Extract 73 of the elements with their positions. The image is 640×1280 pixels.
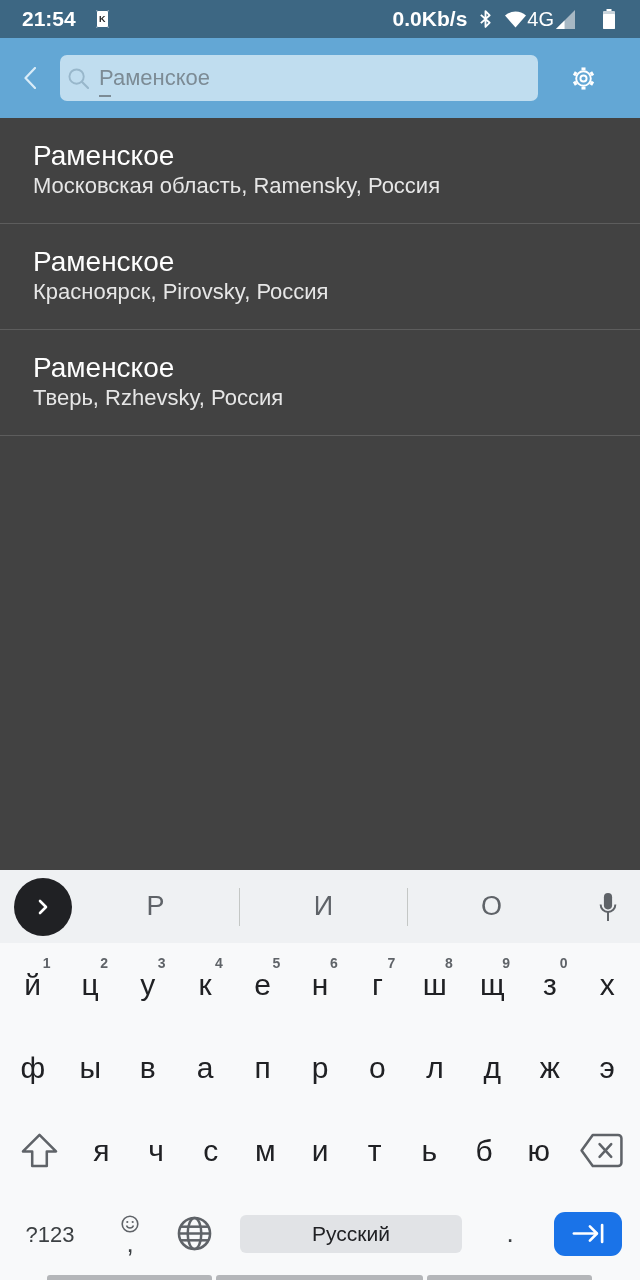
- bluetooth-icon: [479, 9, 493, 29]
- key[interactable]: м: [238, 1109, 293, 1192]
- settings-icon: [570, 65, 596, 91]
- globe-icon[interactable]: [176, 1216, 212, 1251]
- key[interactable]: б: [456, 1109, 512, 1192]
- key[interactable]: э: [578, 1026, 636, 1109]
- network-speed: 0.0Kb/s: [392, 7, 468, 31]
- key[interactable]: и: [292, 1109, 348, 1192]
- key[interactable]: й 1: [4, 943, 62, 1026]
- signal-icon: [556, 9, 575, 29]
- period-key[interactable]: .: [478, 1192, 542, 1275]
- space-key[interactable]: Русский: [240, 1214, 462, 1253]
- key[interactable]: з 0: [521, 943, 579, 1026]
- key-hint: 7: [387, 955, 396, 971]
- key[interactable]: о: [348, 1026, 407, 1109]
- key[interactable]: ш 8: [406, 943, 464, 1026]
- back-chevron-icon: [24, 67, 36, 89]
- key-hint: 5: [272, 955, 281, 971]
- key-hint: 9: [502, 955, 511, 971]
- suggestion[interactable]: Р: [72, 881, 239, 932]
- comma-key[interactable]: ,: [96, 1192, 164, 1275]
- suggestion[interactable]: О: [408, 881, 575, 932]
- result-title[interactable]: Раменское: [33, 139, 175, 172]
- enter-key[interactable]: [554, 1211, 622, 1256]
- key-hint: 4: [215, 955, 223, 971]
- key[interactable]: г 7: [348, 943, 407, 1026]
- key-hint: 2: [100, 955, 108, 971]
- key[interactable]: ц 2: [61, 943, 119, 1026]
- key[interactable]: ж: [521, 1026, 579, 1109]
- result-subtitle: Тверь, Rzhevsky, Россия: [33, 384, 284, 412]
- key[interactable]: д: [463, 1026, 522, 1109]
- chevron-right-icon: [38, 898, 48, 915]
- search-icon: [68, 68, 89, 89]
- key[interactable]: я: [74, 1109, 129, 1192]
- result-subtitle: Московская область, Ramensky, Россия: [33, 172, 441, 200]
- key[interactable]: т: [347, 1109, 403, 1192]
- toolbar-toggle-button[interactable]: [14, 877, 72, 936]
- result-subtitle: Красноярск, Pirovsky, Россия: [33, 278, 329, 306]
- result-title[interactable]: Раменское: [33, 245, 175, 278]
- key[interactable]: к 4: [176, 943, 234, 1026]
- wifi-icon: [505, 10, 527, 28]
- key[interactable]: л: [406, 1026, 464, 1109]
- key[interactable]: ь: [402, 1109, 457, 1192]
- notification-badge: K: [95, 10, 109, 28]
- key-hint: 3: [157, 955, 166, 971]
- key-hint: 1: [42, 955, 51, 971]
- key[interactable]: ю: [511, 1109, 567, 1192]
- key[interactable]: ч: [128, 1109, 184, 1192]
- network-type: 4G: [527, 7, 554, 31]
- key[interactable]: щ 9: [463, 943, 522, 1026]
- key[interactable]: ф: [4, 1026, 62, 1109]
- key[interactable]: в: [118, 1026, 177, 1109]
- suggestion[interactable]: И: [240, 881, 407, 932]
- backspace-icon[interactable]: [579, 1133, 623, 1168]
- key-hint: 8: [444, 955, 453, 971]
- key[interactable]: р: [291, 1026, 349, 1109]
- symbols-key[interactable]: ?123: [4, 1192, 96, 1275]
- key[interactable]: ы: [61, 1026, 119, 1109]
- key-hint: 0: [559, 955, 568, 971]
- key[interactable]: п: [233, 1026, 292, 1109]
- status-time: 21:54: [22, 7, 76, 31]
- key-hint: 6: [330, 955, 338, 971]
- shift-icon[interactable]: [20, 1133, 58, 1168]
- arrow-to-bar-icon: [572, 1223, 604, 1244]
- smiley-icon: [121, 1214, 139, 1233]
- battery-icon: [603, 9, 615, 29]
- key[interactable]: а: [176, 1026, 234, 1109]
- key[interactable]: х: [578, 943, 636, 1026]
- result-title[interactable]: Раменское: [33, 351, 175, 384]
- key[interactable]: е 5: [233, 943, 292, 1026]
- key[interactable]: н 6: [291, 943, 349, 1026]
- key[interactable]: у 3: [118, 943, 177, 1026]
- key[interactable]: с: [183, 1109, 238, 1192]
